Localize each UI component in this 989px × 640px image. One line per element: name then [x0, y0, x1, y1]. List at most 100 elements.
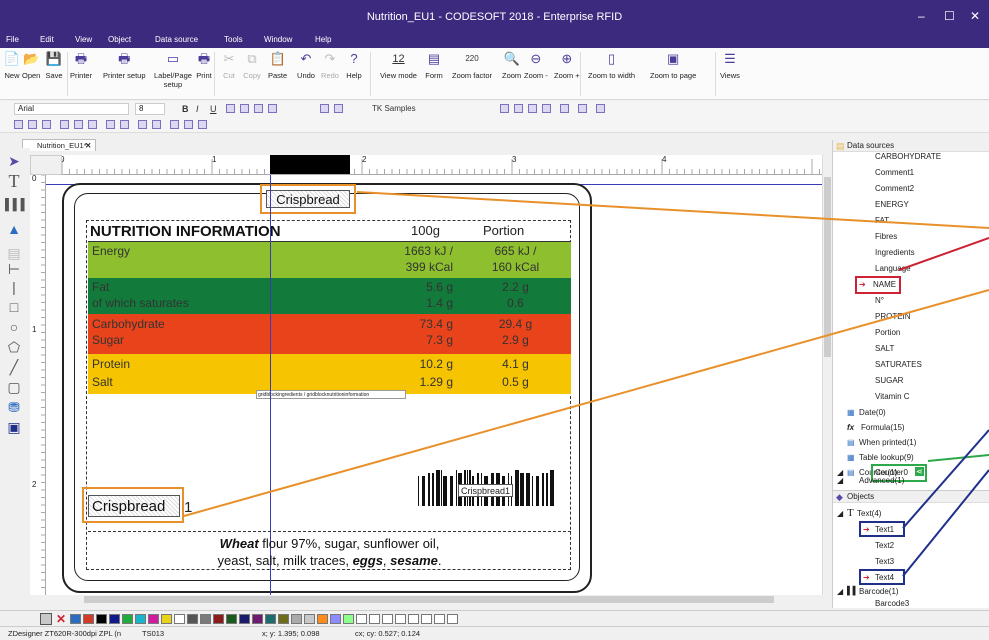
center-page-v-icon[interactable] — [152, 120, 161, 129]
undo-button[interactable]: ↶ Undo — [297, 50, 315, 80]
open-button[interactable]: 📂 Open — [22, 50, 40, 80]
var-energy[interactable]: ENERGY — [875, 200, 909, 209]
object-text4[interactable]: Text4 — [875, 573, 894, 582]
zoom-minus-button[interactable]: ⊖ Zoom - — [524, 50, 548, 80]
palette-swatch[interactable] — [174, 614, 185, 624]
canvas-vertical-scrollbar[interactable] — [822, 155, 832, 595]
group-advanced[interactable]: Advanced(1) — [859, 476, 904, 485]
group-text[interactable]: Text(4) — [857, 509, 881, 518]
maximize-button[interactable]: ☐ — [944, 9, 955, 23]
zoom-to-page-button[interactable]: ▣ Zoom to page — [650, 50, 696, 80]
underline-button[interactable]: U — [210, 104, 217, 114]
center-page-h-icon[interactable] — [138, 120, 147, 129]
var-fibres[interactable]: Fibres — [875, 232, 897, 241]
zoom-to-width-button[interactable]: ▯ Zoom to width — [588, 50, 635, 80]
palette-swatch[interactable] — [395, 614, 406, 624]
crispbread-top-text[interactable]: Crispbread — [266, 190, 350, 208]
printer-button[interactable]: 🖶 Printer — [70, 50, 92, 80]
print-button[interactable]: 🖶 Print — [195, 50, 213, 80]
rectangle-tool-icon[interactable]: □ — [5, 298, 23, 316]
cut-button[interactable]: ✂ Cut — [220, 50, 238, 80]
var-no[interactable]: N° — [875, 296, 884, 305]
menu-view[interactable]: View — [75, 35, 92, 44]
italic-button[interactable]: I — [196, 104, 199, 114]
vertical-scroll-thumb[interactable] — [824, 177, 831, 357]
crispbread-bottom-text[interactable]: Crispbread — [88, 495, 180, 517]
palette-swatch[interactable] — [447, 614, 458, 624]
col-portion-header[interactable]: Portion — [483, 223, 524, 238]
nutrition-heading[interactable]: NUTRITION INFORMATION — [90, 223, 281, 240]
row-carbohydrate[interactable]: Carbohydrate Sugar 73.4 g 7.3 g 29.4 g 2… — [88, 314, 571, 354]
label-page-setup-button[interactable]: ▭ Label/Page setup — [154, 50, 192, 89]
tab-nutrition-eu1[interactable]: Nutrition_EU1* ✕ — [22, 139, 96, 151]
var-protein[interactable]: PROTEIN — [875, 312, 911, 321]
palette-swatch[interactable] — [96, 614, 107, 624]
gridblock-icon[interactable] — [320, 104, 329, 113]
close-button[interactable]: ✕ — [970, 9, 980, 23]
form-object-tool-icon[interactable]: ▣ — [5, 418, 23, 436]
palette-swatch[interactable] — [317, 614, 328, 624]
text-tool-icon[interactable]: T — [5, 172, 23, 190]
paste-button[interactable]: 📋 Paste — [268, 50, 287, 80]
menu-tools[interactable]: Tools — [224, 35, 243, 44]
var-comment2[interactable]: Comment2 — [875, 184, 914, 193]
var-name[interactable]: NAME — [873, 280, 896, 289]
last-record-icon[interactable] — [542, 104, 551, 113]
palette-swatch[interactable] — [265, 614, 276, 624]
line-h-tool-icon[interactable]: ⊢ — [5, 260, 23, 278]
close-tab-icon[interactable]: ✕ — [85, 140, 91, 151]
align-objects-top-icon[interactable] — [60, 120, 69, 129]
var-ingredients[interactable]: Ingredients — [875, 248, 915, 257]
align-objects-right-icon[interactable] — [42, 120, 51, 129]
redo-button[interactable]: ↷ Redo — [321, 50, 339, 80]
form-button[interactable]: ▤ Form — [425, 50, 443, 80]
bring-front-icon[interactable] — [184, 120, 193, 129]
palette-swatch[interactable] — [213, 614, 224, 624]
zoom-factor-select[interactable]: 220 Zoom factor — [452, 50, 492, 80]
minimize-button[interactable]: – — [918, 9, 925, 23]
rounded-rect-tool-icon[interactable]: ▢ — [5, 378, 23, 396]
views-button[interactable]: ☰ Views — [720, 50, 740, 80]
row-fat[interactable]: Fat of which saturates 5.6 g 1.4 g 2.2 g… — [88, 278, 571, 314]
first-record-icon[interactable] — [500, 104, 509, 113]
expand-advanced-icon[interactable]: ◢ — [837, 476, 843, 485]
zoom-plus-button[interactable]: ⊕ Zoom + — [554, 50, 580, 80]
group-barcode[interactable]: Barcode(1) — [859, 587, 899, 596]
ellipse-tool-icon[interactable]: ○ — [5, 318, 23, 336]
align-objects-bottom-icon[interactable] — [88, 120, 97, 129]
distribute-h-icon[interactable] — [106, 120, 115, 129]
ingredients-text[interactable]: Wheat flour 97%, sugar, sunflower oil, y… — [88, 535, 571, 569]
var-comment1[interactable]: Comment1 — [875, 168, 914, 177]
var-vitamin-c[interactable]: Vitamin C — [875, 392, 910, 401]
align-center-icon[interactable] — [240, 104, 249, 113]
palette-swatch[interactable] — [369, 614, 380, 624]
palette-swatch[interactable] — [70, 614, 81, 624]
copy-button[interactable]: ⧉ Copy — [243, 50, 261, 80]
palette-swatch[interactable] — [343, 614, 354, 624]
bold-button[interactable]: B — [182, 104, 189, 114]
palette-swatch[interactable] — [161, 614, 172, 624]
palette-swatch[interactable] — [291, 614, 302, 624]
object-barcode3[interactable]: Barcode3 — [875, 599, 909, 608]
palette-swatch[interactable] — [83, 614, 94, 624]
palette-swatch[interactable] — [304, 614, 315, 624]
var-language[interactable]: Language — [875, 264, 911, 273]
palette-swatch[interactable] — [434, 614, 445, 624]
help-button[interactable]: ? Help — [345, 50, 363, 80]
menu-data-source[interactable]: Data source — [155, 35, 198, 44]
menu-object[interactable]: Object — [108, 35, 131, 44]
menu-help[interactable]: Help — [315, 35, 331, 44]
palette-swatch[interactable] — [200, 614, 211, 624]
record-view-icon[interactable] — [560, 104, 569, 113]
view-mode-button[interactable]: 12 View mode — [380, 50, 417, 80]
palette-swatch[interactable] — [278, 614, 289, 624]
palette-swatch[interactable] — [109, 614, 120, 624]
select-tool-icon[interactable]: ➤ — [5, 152, 23, 170]
var-carbohydrate[interactable]: CARBOHYDRATE — [875, 152, 941, 161]
object-text2[interactable]: Text2 — [875, 541, 894, 550]
send-back-icon[interactable] — [198, 120, 207, 129]
var-portion[interactable]: Portion — [875, 328, 900, 337]
var-fat[interactable]: FAT — [875, 216, 889, 225]
object-text1[interactable]: Text1 — [875, 525, 894, 534]
counter-value[interactable]: 1 — [184, 499, 192, 516]
